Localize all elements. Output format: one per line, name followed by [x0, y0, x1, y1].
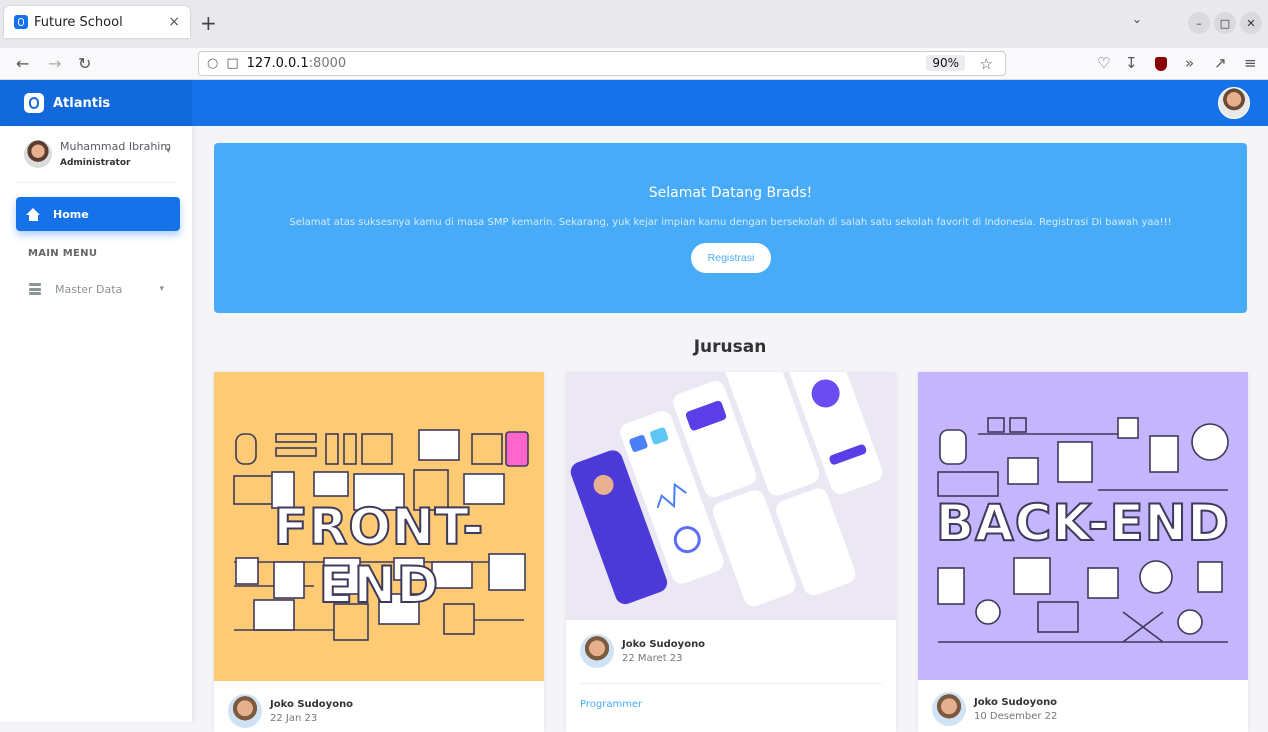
chevron-down-icon[interactable]: ▾ — [166, 146, 171, 156]
bookmark-star-icon[interactable]: ☆ — [980, 55, 993, 73]
front-end-illustration: FRONT-END — [214, 372, 544, 681]
section-title: Jurusan — [693, 337, 767, 357]
close-window-icon[interactable]: ✕ — [1240, 12, 1262, 34]
avatar — [580, 634, 614, 668]
zoom-level[interactable]: 90% — [926, 55, 965, 71]
sidebar-user[interactable]: Muhammad Ibrahim Administrator ▾ — [24, 140, 174, 180]
browser-tab[interactable]: Future School × — [4, 6, 190, 38]
banner-title: Selamat Datang Brads! — [648, 185, 813, 201]
atlantis-logo-icon — [24, 93, 44, 113]
pocket-icon[interactable]: ♡ — [1097, 54, 1110, 72]
new-tab-button[interactable]: + — [200, 11, 217, 35]
chevron-down-icon: ▾ — [159, 284, 164, 294]
avatar — [24, 140, 52, 168]
user-role: Administrator — [60, 158, 131, 168]
author-name: Joko Sudoyono — [974, 696, 1058, 708]
mobile-app-mockup-illustration — [566, 372, 896, 620]
back-end-illustration: BACK-END — [918, 372, 1248, 680]
tab-close-icon[interactable]: × — [168, 14, 180, 30]
reload-icon[interactable]: ↻ — [78, 54, 91, 73]
jurusan-card[interactable]: Joko Sudoyono 22 Maret 23 Programmer — [566, 372, 896, 732]
tab-list-chevron-icon[interactable]: ⌄ — [1132, 12, 1142, 26]
avatar — [932, 692, 966, 726]
sidebar-item-label: Master Data — [55, 282, 123, 296]
author-name: Joko Sudoyono — [270, 698, 354, 710]
page-info-icon[interactable]: □ — [226, 56, 238, 71]
maximize-window-icon[interactable]: □ — [1214, 12, 1236, 34]
favicon-icon — [14, 15, 28, 29]
registrasi-button[interactable]: Registrasi — [691, 243, 771, 273]
card-author: Joko Sudoyono 22 Jan 23 — [228, 694, 353, 728]
menu-heading: MAIN MENU — [28, 248, 98, 259]
brand-logo-area[interactable]: Atlantis — [0, 80, 192, 126]
post-date: 22 Maret 23 — [622, 652, 683, 664]
sidebar-item-label: Home — [53, 207, 89, 221]
minimize-window-icon[interactable]: – — [1188, 12, 1210, 34]
layers-icon — [28, 283, 42, 295]
browser-tab-strip: Future School × + ⌄ – □ ✕ — [0, 0, 1268, 48]
url-host: 127.0.0.1 — [246, 56, 309, 71]
forward-arrow-icon[interactable]: → — [48, 54, 61, 73]
back-arrow-icon[interactable]: ← — [16, 54, 29, 73]
author-name: Joko Sudoyono — [622, 638, 706, 650]
hamburger-menu-icon[interactable]: ≡ — [1244, 54, 1257, 72]
post-date: 10 Desember 22 — [974, 710, 1058, 722]
user-name: Muhammad Ibrahim — [60, 140, 172, 153]
avatar — [228, 694, 262, 728]
card-image-word: FRONT-END — [273, 497, 485, 615]
jurusan-card[interactable]: BACK-END Joko Sudoyono 10 Desember 22 — [918, 372, 1248, 732]
banner-text: Selamat atas suksesnya kamu di masa SMP … — [289, 217, 1172, 228]
tab-title: Future School — [34, 14, 123, 30]
card-author: Joko Sudoyono 10 Desember 22 — [932, 692, 1057, 726]
home-icon — [26, 207, 41, 221]
tracking-shield-icon[interactable]: ○ — [207, 56, 218, 71]
sidebar-item-home[interactable]: Home — [16, 197, 180, 231]
address-bar[interactable]: ○ □ 127.0.0.1:8000 90% ☆ — [198, 51, 1006, 76]
ublock-extension-icon[interactable] — [1155, 57, 1167, 71]
card-tag-link[interactable]: Programmer — [580, 699, 642, 710]
card-author: Joko Sudoyono 22 Maret 23 — [580, 634, 705, 668]
share-icon[interactable]: ↗ — [1214, 54, 1227, 72]
sidebar-divider — [16, 182, 176, 183]
more-tools-icon[interactable]: » — [1185, 54, 1194, 72]
url-port: :8000 — [308, 56, 347, 71]
browser-toolbar: ← → ↻ ○ □ 127.0.0.1:8000 90% ☆ ♡ ↧ » ↗ ≡ — [0, 48, 1268, 80]
jurusan-card[interactable]: FRONT-END Joko Sudoyono 22 Jan 23 — [214, 372, 544, 732]
app-header: Atlantis — [0, 80, 1268, 126]
card-image-word: BACK-END — [935, 493, 1231, 553]
welcome-banner: Selamat Datang Brads! Selamat atas sukse… — [214, 143, 1247, 313]
phone-mockups-icon — [570, 372, 883, 607]
brand-name: Atlantis — [53, 95, 111, 111]
sidebar-item-master-data[interactable]: Master Data ▾ — [28, 280, 164, 298]
card-divider — [580, 683, 882, 684]
section-heading: Jurusan — [0, 337, 1268, 357]
download-icon[interactable]: ↧ — [1125, 54, 1138, 72]
header-user-avatar[interactable] — [1218, 87, 1250, 119]
